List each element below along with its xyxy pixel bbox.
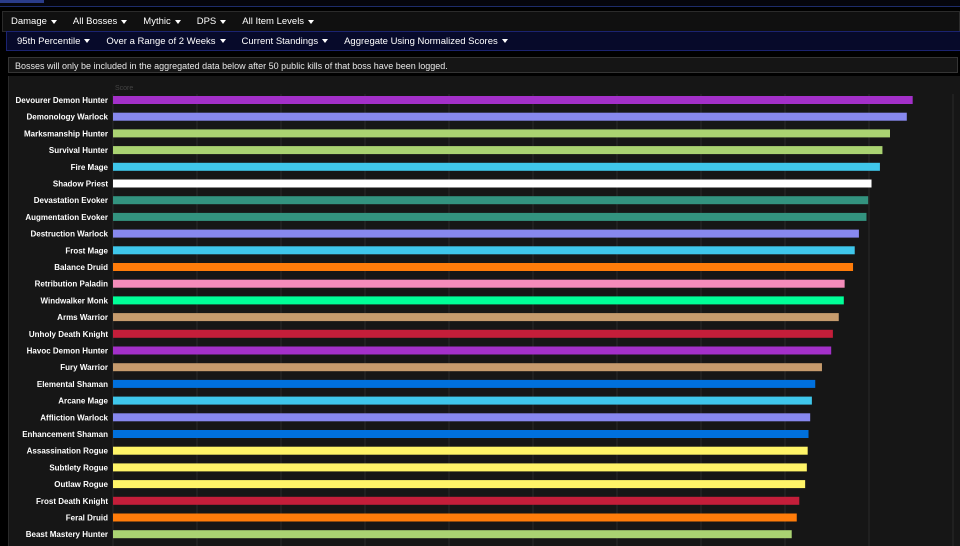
bar[interactable] <box>113 229 859 238</box>
bar-label: Unholy Death Knight <box>29 330 108 339</box>
filter-dropdown-row2-1[interactable]: Over a Range of 2 Weeks <box>98 36 233 47</box>
bar-label: Frost Mage <box>65 246 108 255</box>
class-rankings-chart: Score Devourer Demon Hunter Demonology War… <box>16 85 954 546</box>
filter-bar-secondary: 95th Percentile Over a Range of 2 Weeks Cu… <box>6 31 960 51</box>
bar-label: Enhancement Shaman <box>22 430 108 439</box>
bar[interactable] <box>113 363 822 372</box>
top-strip <box>0 0 960 7</box>
bar[interactable] <box>113 146 883 155</box>
bar[interactable] <box>113 212 867 221</box>
filter-dropdown-row1-2[interactable]: Mythic <box>135 16 188 27</box>
bar-label: Retribution Paladin <box>35 280 108 289</box>
bar-label: Demonology Warlock <box>27 113 109 122</box>
logo-sliver <box>0 0 44 3</box>
filter-label: Current Standings <box>241 35 319 47</box>
bar-label: Devourer Demon Hunter <box>16 96 108 105</box>
filter-dropdown-row2-2[interactable]: Current Standings <box>234 36 337 47</box>
bar[interactable] <box>113 112 907 121</box>
bar-label: Subtlety Rogue <box>49 463 108 472</box>
bar[interactable] <box>113 496 800 505</box>
bar-label: Havoc Demon Hunter <box>27 347 108 356</box>
bar[interactable] <box>113 329 833 338</box>
bar-label: Outlaw Rogue <box>54 480 108 489</box>
chevron-down-icon <box>501 39 508 43</box>
chevron-down-icon <box>174 19 181 24</box>
chevron-down-icon <box>322 39 329 43</box>
bar[interactable] <box>113 162 880 171</box>
bar-label: Shadow Priest <box>53 180 108 189</box>
bar-label: Fury Warrior <box>60 363 108 372</box>
bar-label: Elemental Shaman <box>37 380 108 389</box>
filter-dropdown-row2-3[interactable]: Aggregate Using Normalized Scores <box>336 36 516 47</box>
bar[interactable] <box>113 430 809 438</box>
bar-label: Windwalker Monk <box>41 296 109 305</box>
bar[interactable] <box>113 413 811 422</box>
bar[interactable] <box>113 129 890 138</box>
bar-label: Frost Death Knight <box>36 497 108 506</box>
chevron-down-icon <box>220 19 227 24</box>
bar[interactable] <box>113 296 844 305</box>
chevron-down-icon <box>121 19 128 24</box>
bar[interactable] <box>113 446 808 455</box>
bar-label: Balance Druid <box>54 263 108 272</box>
filter-label: Mythic <box>143 16 171 27</box>
bar[interactable] <box>113 313 839 322</box>
chevron-down-icon <box>219 39 226 43</box>
bar-label: Arms Warrior <box>57 313 108 322</box>
bar-label: Affliction Warlock <box>40 413 108 422</box>
bar[interactable] <box>113 179 872 188</box>
bar-label: Survival Hunter <box>49 146 108 155</box>
bar[interactable] <box>113 379 816 388</box>
filter-label: All Bosses <box>72 16 118 27</box>
bar[interactable] <box>113 530 792 539</box>
bar-label: Fire Mage <box>71 163 109 172</box>
bar-label: Arcane Mage <box>58 397 108 406</box>
notice-banner: Bosses will only be included in the aggr… <box>8 57 958 73</box>
chevron-down-icon <box>84 39 91 43</box>
bar[interactable] <box>113 246 855 255</box>
chevron-down-icon <box>50 19 57 24</box>
filter-dropdown-row1-1[interactable]: All Bosses <box>65 16 135 27</box>
chevron-down-icon <box>308 19 315 24</box>
bar[interactable] <box>113 279 845 288</box>
filter-label: Over a Range of 2 Weeks <box>106 35 216 47</box>
bar[interactable] <box>113 196 869 205</box>
filter-bar-primary: Damage All Bosses Mythic DPS All Item Levels <box>2 11 960 32</box>
filter-label: All Item Levels <box>242 16 305 27</box>
bar[interactable] <box>113 346 832 355</box>
bar[interactable] <box>113 480 806 489</box>
bar[interactable] <box>113 513 797 522</box>
bar[interactable] <box>113 96 913 104</box>
bar[interactable] <box>113 396 812 405</box>
filter-label: 95th Percentile <box>17 35 81 47</box>
filter-dropdown-row2-0[interactable]: 95th Percentile <box>7 36 98 47</box>
bar-label: Devastation Evoker <box>34 196 108 205</box>
bar-label: Augmentation Evoker <box>25 213 108 222</box>
bar-label: Destruction Warlock <box>31 230 109 239</box>
bar-label: Feral Druid <box>66 514 108 523</box>
filter-label: Damage <box>11 16 47 27</box>
filter-label: Aggregate Using Normalized Scores <box>344 35 498 47</box>
filter-dropdown-row1-0[interactable]: Damage <box>3 16 65 27</box>
filter-dropdown-row1-3[interactable]: DPS <box>189 16 235 27</box>
bar[interactable] <box>113 263 854 271</box>
x-axis-title: Score <box>115 85 133 92</box>
chart-panel: Score Devourer Demon Hunter Demonology War… <box>8 76 960 546</box>
bar-label: Assassination Rogue <box>27 447 109 456</box>
bar-label: Marksmanship Hunter <box>24 129 108 138</box>
filter-dropdown-row1-4[interactable]: All Item Levels <box>234 16 322 27</box>
filter-label: DPS <box>196 16 217 27</box>
bar[interactable] <box>113 463 807 472</box>
bar-label: Beast Mastery Hunter <box>26 530 108 539</box>
